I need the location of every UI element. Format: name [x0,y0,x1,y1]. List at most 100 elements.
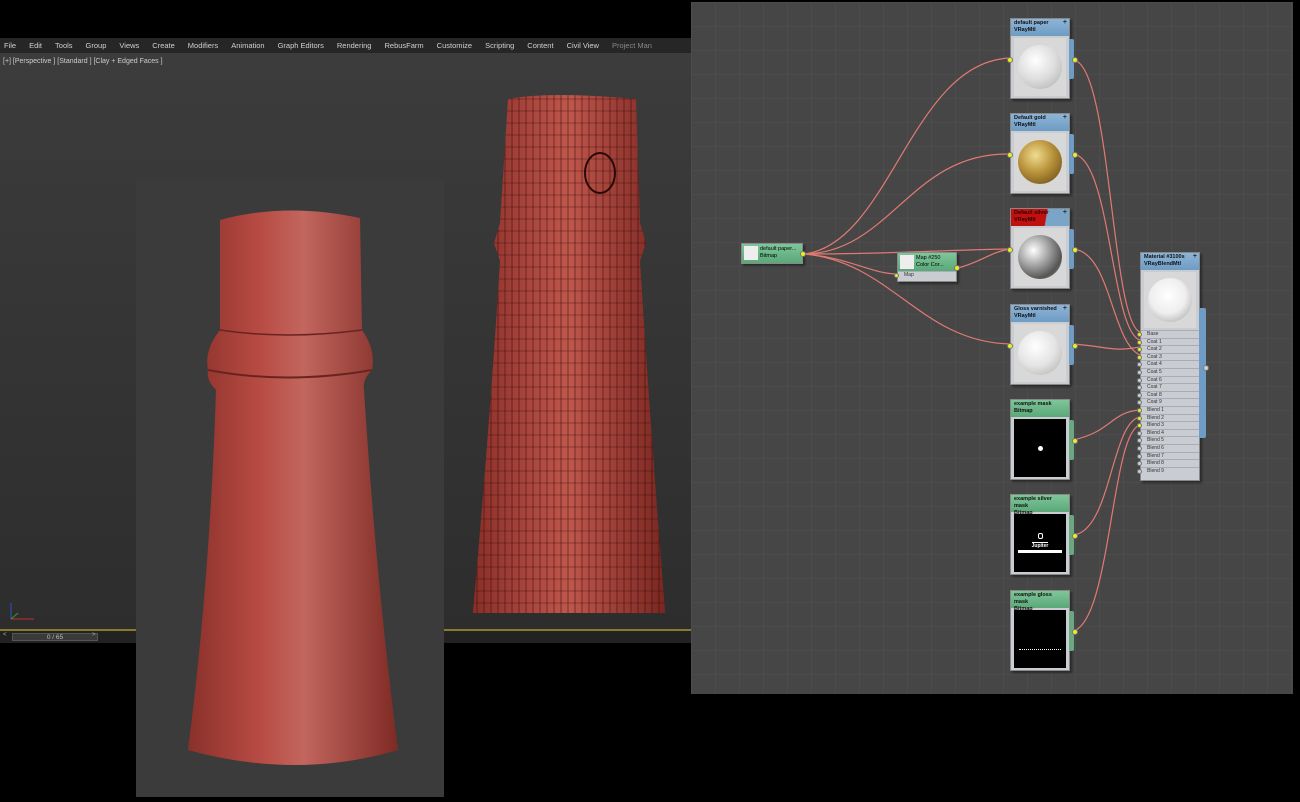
node-title: example gloss mask [1014,592,1052,605]
slot-label: Blend 9 [1147,467,1164,474]
slot-coat-7[interactable]: Coat 7 [1137,383,1199,391]
slot-blend-3[interactable]: Blend 3 [1137,421,1199,429]
input-port[interactable] [1137,354,1142,360]
expand-icon[interactable]: + [1193,253,1197,260]
input-port[interactable] [1137,453,1142,459]
input-port[interactable] [1137,407,1142,413]
slot-blend-2[interactable]: Blend 2 [1137,413,1199,422]
input-port[interactable] [1007,343,1013,349]
clay-bottle [188,210,398,765]
viewport-label[interactable]: [+] [Perspective ] [Standard ] [Clay + E… [3,58,163,65]
slot-coat-5[interactable]: Coat 5 [1137,367,1199,376]
input-port[interactable] [1007,152,1013,158]
output-port[interactable] [954,265,960,271]
node-type: VRayMtl [1014,217,1036,223]
menu-graph-editors[interactable]: Graph Editors [278,41,324,50]
output-port[interactable] [1072,247,1078,253]
node-vray-blend-mtl[interactable]: Material #3100s VRayBlendMtl + Base Coat 1C… [1137,252,1209,481]
expand-icon[interactable]: + [1063,19,1067,26]
slot-base[interactable]: Base [1137,330,1199,338]
menu-civil-view[interactable]: Civil View [567,41,599,50]
slot-blend-8[interactable]: Blend 8 [1137,459,1199,467]
material-preview [1014,228,1066,286]
map-thumb [900,255,914,269]
node-default-silver[interactable]: Default silver VRayMtl + [1007,208,1078,289]
next-frame-button[interactable]: > [92,632,96,638]
input-port[interactable] [1007,247,1013,253]
output-port[interactable] [1072,533,1078,539]
node-default-paper[interactable]: default paper VRayMtl + [1007,18,1078,99]
input-port[interactable] [1137,415,1142,421]
output-port[interactable] [1203,365,1209,371]
node-example-mask[interactable]: example mask Bitmap [1010,399,1078,480]
material-preview [1014,133,1066,191]
input-port[interactable] [1137,377,1142,383]
node-gloss-varnished[interactable]: Gloss varnished VRayMtl + [1007,304,1078,385]
node-example-gloss-mask[interactable]: example gloss mask Bitmap [1010,590,1078,671]
output-port[interactable] [1072,438,1078,444]
slot-coat-1[interactable]: Coat 1 [1137,337,1199,346]
time-slider[interactable]: 0 / 65 [12,633,98,641]
input-port[interactable] [1137,468,1142,474]
menu-animation[interactable]: Animation [231,41,264,50]
menu-scripting[interactable]: Scripting [485,41,514,50]
menu-modifiers[interactable]: Modifiers [188,41,218,50]
input-port[interactable] [1137,400,1142,406]
slot-coat-8[interactable]: Coat 8 [1137,390,1199,399]
input-port[interactable] [1007,57,1013,63]
slot-coat-4[interactable]: Coat 4 [1137,360,1199,368]
menu-file[interactable]: File [4,41,16,50]
input-port[interactable] [1137,438,1142,444]
input-port[interactable] [1137,423,1142,429]
slot-blend-7[interactable]: Blend 7 [1137,451,1199,460]
output-port[interactable] [1072,343,1078,349]
input-port[interactable] [1137,392,1142,398]
prev-frame-button[interactable]: < [3,632,7,638]
menu-project-man[interactable]: Project Man [612,41,652,50]
expand-icon[interactable]: + [1063,305,1067,312]
output-port[interactable] [1072,57,1078,63]
menu-create[interactable]: Create [152,41,175,50]
input-port[interactable] [894,273,899,278]
node-default-gold[interactable]: Default gold VRayMtl + [1007,113,1078,194]
input-port[interactable] [1137,347,1142,353]
node-bitmap-default-paper[interactable]: default paper... Bitmap [741,243,806,264]
input-port[interactable] [1137,430,1142,436]
slot-blend-4[interactable]: Blend 4 [1137,428,1199,437]
slot-map[interactable]: Map [894,271,956,279]
expand-icon[interactable]: + [1063,209,1067,216]
node-example-silver-mask[interactable]: example silver mask Bitmap Jupiter [1010,494,1078,575]
menu-content[interactable]: Content [527,41,553,50]
menu-views[interactable]: Views [119,41,139,50]
slot-blend-6[interactable]: Blend 6 [1137,443,1199,452]
menu-rendering[interactable]: Rendering [337,41,372,50]
input-port[interactable] [1137,332,1142,337]
node-title: Default silver [1014,210,1049,216]
input-port[interactable] [1137,445,1142,451]
output-port[interactable] [800,251,806,257]
input-port[interactable] [1137,369,1142,375]
input-port[interactable] [1137,339,1142,345]
expand-icon[interactable]: + [1063,114,1067,121]
menu-rebusfarm[interactable]: RebusFarm [384,41,423,50]
slot-coat-2[interactable]: Coat 2 [1137,345,1199,353]
material-preview [1014,324,1066,382]
slot-coat-6[interactable]: Coat 6 [1137,375,1199,384]
output-port[interactable] [1072,629,1078,635]
menu-edit[interactable]: Edit [29,41,42,50]
slot-coat-3[interactable]: Coat 3 [1137,352,1199,361]
input-port[interactable] [1137,385,1142,391]
menu-group[interactable]: Group [86,41,107,50]
slot-blend-5[interactable]: Blend 5 [1137,436,1199,444]
slot-blend-1[interactable]: Blend 1 [1137,405,1199,414]
slot-label: Coat 1 [1147,338,1162,345]
slate-material-editor[interactable]: default paper... Bitmap Map #250 Color C… [691,2,1293,694]
menu-customize[interactable]: Customize [437,41,472,50]
slot-blend-9[interactable]: Blend 9 [1137,466,1199,475]
slot-coat-9[interactable]: Coat 9 [1137,398,1199,406]
input-port[interactable] [1137,362,1142,368]
node-color-correct[interactable]: Map #250 Color Cor... Map [894,252,960,282]
menu-tools[interactable]: Tools [55,41,73,50]
input-port[interactable] [1137,461,1142,467]
output-port[interactable] [1072,152,1078,158]
